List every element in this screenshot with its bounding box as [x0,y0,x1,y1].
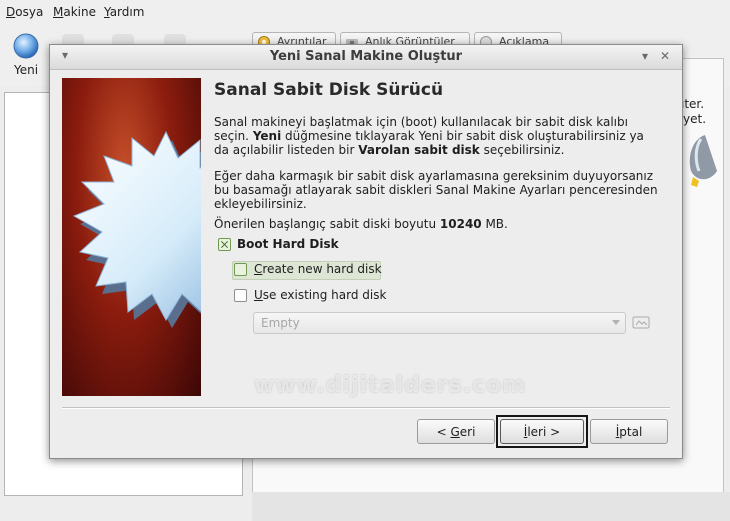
status-strip [252,492,730,521]
new-vm-wizard-dialog: ▾ Yeni Sanal Makine Oluştur ▾ ✕ Sanal Sa… [49,44,683,459]
back-button[interactable]: < Geri [417,419,495,444]
boot-hard-disk-label[interactable]: Boot Hard Disk [237,237,339,251]
menu-machine[interactable]: Makine [53,5,96,19]
boot-hard-disk-checkbox[interactable] [218,238,231,251]
combo-arrow-icon [612,320,620,325]
create-new-disk-label[interactable]: Create new hard disk [254,262,382,276]
intro-paragraph: Sanal makineyi başlatmak için (boot) kul… [214,115,644,157]
next-button[interactable]: İleri > [500,419,584,444]
close-icon[interactable]: ✕ [658,49,672,63]
new-vm-icon [13,33,39,59]
welcome-text-line2: yet. [683,112,707,126]
recommended-size-text: Önerilen başlangıç sabit diski boyutu 10… [214,217,508,231]
advanced-paragraph: Eğer daha karmaşık bir sabit disk ayarla… [214,169,658,211]
menu-help[interactable]: Yardım [104,5,144,19]
menu-bar: Dosya Makine Yardım [0,0,730,24]
page-heading: Sanal Sabit Disk Sürücü [214,80,444,100]
wizard-illustration [62,78,201,396]
existing-disk-combo-value: Empty [261,316,300,330]
folder-icon[interactable] [632,313,650,331]
use-existing-disk-label[interactable]: Use existing hard disk [254,288,386,302]
new-vm-button[interactable]: Yeni [8,32,44,77]
button-separator [62,407,670,409]
cancel-button[interactable]: İptal [590,419,668,444]
dialog-titlebar[interactable]: ▾ Yeni Sanal Makine Oluştur ▾ ✕ [50,45,682,70]
star-burst-icon [72,130,201,328]
watermark-text: www.dijitalders.com [253,373,527,398]
menu-file[interactable]: Dosya [6,5,43,19]
new-vm-label: Yeni [13,63,39,77]
dialog-title: Yeni Sanal Makine Oluştur [269,49,463,64]
welcome-text-line1: ıter. [681,97,705,111]
welcome-mascot-icon [689,135,717,187]
minimize-icon[interactable]: ▾ [638,49,652,63]
create-new-disk-radio[interactable] [234,263,247,276]
existing-disk-combo[interactable]: Empty [253,312,626,334]
use-existing-disk-radio[interactable] [234,289,247,302]
